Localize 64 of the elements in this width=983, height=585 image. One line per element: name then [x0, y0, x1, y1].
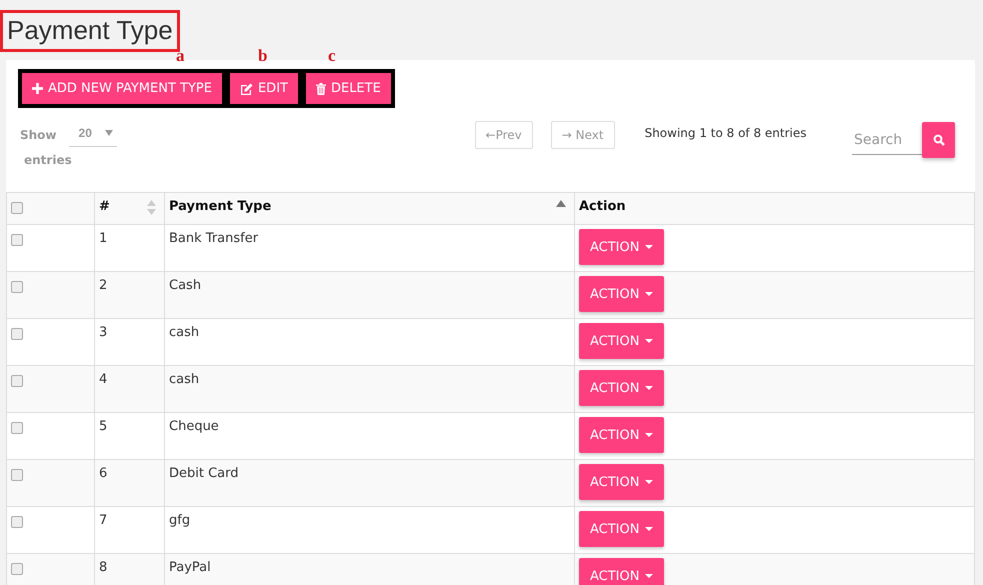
table-cell: PayPal [169, 560, 211, 575]
table-cell: 3 [99, 325, 108, 340]
table-cell: Cash [169, 278, 202, 293]
action-dropdown-button[interactable]: ACTION [579, 558, 664, 585]
caret-icon [645, 292, 654, 296]
caret-icon [645, 574, 654, 578]
row-checkbox[interactable] [11, 234, 23, 246]
action-dropdown-button[interactable]: ACTION [579, 464, 664, 500]
table-cell: 4 [99, 372, 108, 387]
page-title: Payment Type [0, 10, 180, 52]
annotation-letter: b [258, 48, 268, 64]
next-button[interactable]: → Next [550, 121, 615, 149]
entries-info: Showing 1 to 8 of 8 entries [644, 126, 807, 140]
row-checkbox[interactable] [11, 422, 23, 434]
caret-icon [645, 386, 654, 390]
row-checkbox[interactable] [11, 281, 23, 293]
action-dropdown-button[interactable]: ACTION [579, 323, 664, 359]
page-size-select[interactable]: 20 [68, 122, 117, 147]
column-header[interactable]: Payment Type [169, 199, 272, 214]
select-all-checkbox[interactable] [11, 202, 23, 214]
sort-icon[interactable] [147, 200, 156, 215]
table-cell: gfg [169, 513, 190, 528]
caret-icon [645, 480, 654, 484]
column-header[interactable]: Action [579, 199, 626, 214]
caret-icon [645, 245, 654, 249]
column-header[interactable]: # [99, 199, 110, 214]
add-button[interactable]: ADD NEW PAYMENT TYPE [22, 73, 222, 104]
action-dropdown-button[interactable]: ACTION [579, 229, 664, 265]
annotation-letter: c [328, 48, 336, 64]
action-dropdown-button[interactable]: ACTION [579, 276, 664, 312]
row-checkbox[interactable] [11, 469, 23, 481]
edit-icon [240, 82, 253, 94]
table-cell: Bank Transfer [169, 231, 258, 246]
entries-label: entries [23, 153, 73, 167]
table-cell: 6 [99, 466, 108, 481]
table-cell: 2 [99, 278, 108, 293]
caret-icon [645, 433, 654, 437]
table-cell: cash [169, 372, 200, 387]
action-dropdown-button[interactable]: ACTION [579, 417, 664, 453]
table-cell: 8 [99, 560, 108, 575]
table-cell: Debit Card [169, 466, 239, 481]
caret-icon [645, 527, 654, 531]
edit-button[interactable]: EDIT [230, 73, 298, 104]
caret-icon [104, 130, 113, 136]
plus-icon [32, 83, 43, 94]
table-cell: 1 [99, 231, 108, 246]
search-icon [932, 134, 944, 146]
sort-ascending-icon[interactable] [556, 200, 566, 207]
table-cell: 7 [99, 513, 108, 528]
delete-button[interactable]: DELETE [306, 73, 391, 104]
action-dropdown-button[interactable]: ACTION [579, 511, 664, 547]
caret-icon [645, 339, 654, 343]
table-cell: 5 [99, 419, 108, 434]
action-dropdown-button[interactable]: ACTION [579, 370, 664, 406]
row-checkbox[interactable] [11, 516, 23, 528]
row-checkbox[interactable] [11, 563, 23, 575]
row-checkbox[interactable] [11, 328, 23, 340]
table-cell: cash [169, 325, 200, 340]
search-button[interactable] [922, 122, 955, 158]
table-cell: Cheque [169, 419, 219, 434]
prev-button[interactable]: ←Prev [474, 121, 533, 149]
row-checkbox[interactable] [11, 375, 23, 387]
show-label: Show [20, 128, 57, 142]
trash-icon [316, 82, 326, 94]
